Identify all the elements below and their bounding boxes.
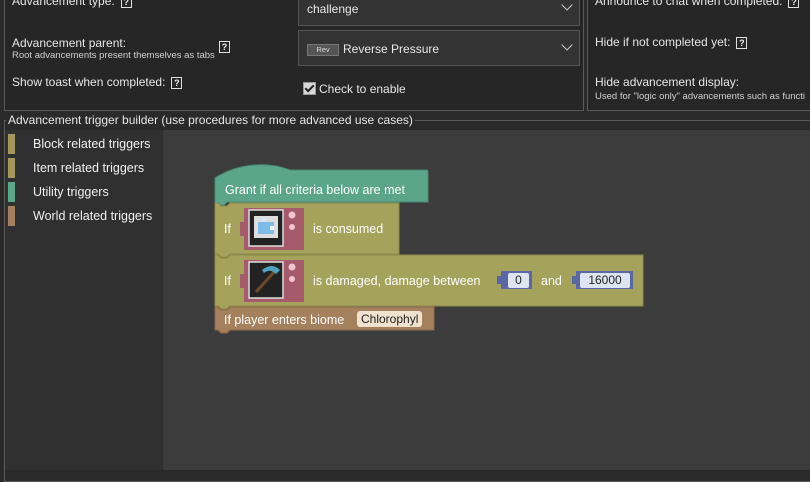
consumed-label: is consumed: [313, 222, 384, 236]
biome-field[interactable]: Chlorophyl: [357, 311, 423, 327]
damaged-label: is damaged, damage between: [313, 274, 481, 288]
trigger-blocks: [214, 164, 644, 334]
consumed-item-icon: [254, 216, 278, 238]
if-label: If: [224, 222, 231, 236]
damage-min-field[interactable]: 0: [508, 273, 529, 288]
biome-label: If player enters biome: [224, 313, 345, 327]
damage-max-field[interactable]: 16000: [580, 273, 630, 288]
grant-block-label: Grant if all criteria below are met: [225, 183, 405, 197]
and-label: and: [541, 274, 562, 288]
if-label: If: [224, 274, 231, 288]
